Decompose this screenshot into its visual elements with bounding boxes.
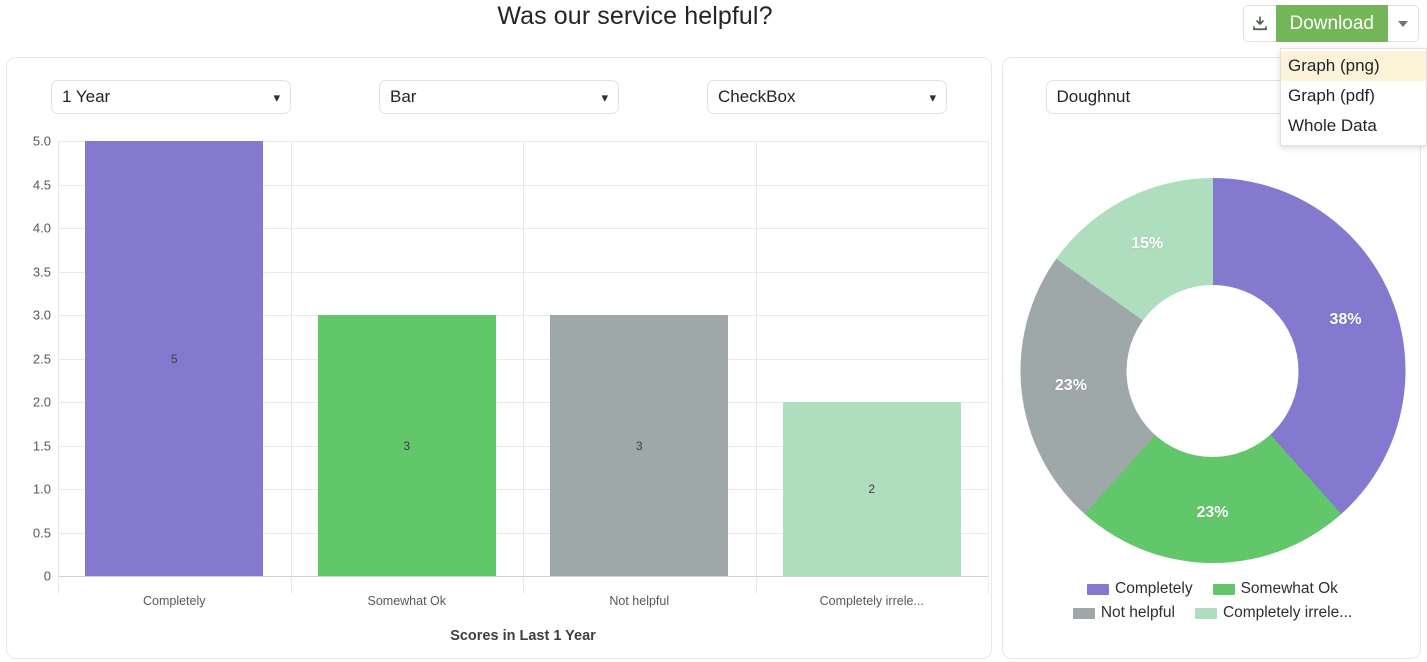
bar[interactable]: 3	[317, 315, 496, 576]
download-icon	[1252, 15, 1267, 30]
bar-chart-y-tick: 3.5	[32, 264, 51, 279]
left-controls-row: 1 Year ▾ Bar ▾ CheckBox ▾	[7, 80, 991, 114]
bar-chart-x-tick: Somewhat Ok	[367, 594, 447, 608]
page-title: Was our service helpful?	[497, 2, 773, 30]
chart-type-select[interactable]: Bar ▾	[379, 80, 619, 114]
bar-chart-y-tick: 1.0	[32, 481, 51, 497]
bar-chart-axis-title: Scores in Last 1 Year	[450, 628, 596, 644]
control-cell-period: 1 Year ▾	[7, 80, 335, 114]
bar-chart-plot: 5 3 3 2	[58, 141, 988, 576]
bar-chart-y-tick: 5.0	[32, 133, 51, 149]
legend-item-label: Not helpful	[1100, 604, 1175, 621]
bar[interactable]: 2	[782, 402, 961, 576]
bar-chart: 0 0.5 1.0 1.5 2.0 2.5 3.0 3.5 4.0 4.5 5.0 5 3 3 2 Com…	[7, 133, 993, 660]
legend-swatch	[1072, 607, 1095, 619]
legend-item-label: Somewhat Ok	[1240, 580, 1338, 597]
doughnut-legend: Completely Somewhat Ok Not helpful Complete…	[1003, 580, 1422, 622]
control-cell-question-type: CheckBox ▾	[663, 80, 991, 114]
bar-chart-y-tick: 0.5	[32, 525, 51, 540]
legend-item[interactable]: Completely irrele...	[1194, 604, 1353, 622]
bar-chart-y-tick: 0	[43, 568, 51, 584]
chart-type-select-value: Bar	[390, 87, 417, 106]
bar-value-label: 3	[403, 438, 411, 453]
chevron-down-icon: ▾	[273, 89, 280, 105]
menu-item-graph-pdf[interactable]: Graph (pdf)	[1281, 81, 1426, 111]
menu-item-whole-data[interactable]: Whole Data	[1281, 111, 1426, 141]
legend-swatch	[1087, 583, 1110, 595]
chevron-down-icon: ▾	[929, 89, 936, 105]
legend-row: Not helpful Completely irrele...	[1003, 604, 1422, 622]
doughnut-chart-panel: Doughnut ▾ 38%23%23%15% CompletelySomewh…	[1002, 57, 1421, 659]
bar-chart-y-tick: 4.5	[32, 177, 51, 192]
download-dropdown-menu[interactable]: Graph (png) Graph (pdf) Whole Data	[1280, 48, 1427, 146]
legend-item[interactable]: Completely	[1087, 580, 1193, 598]
bar[interactable]: 3	[550, 315, 729, 576]
bar-value-label: 2	[868, 482, 876, 496]
bar-chart-x-tick: Not helpful	[609, 594, 670, 608]
doughnut-hole	[1126, 284, 1299, 457]
bar-value-label: 3	[635, 438, 643, 453]
bar-chart-y-tick: 2.5	[32, 351, 51, 366]
control-cell-chart-type: Bar ▾	[335, 80, 663, 114]
doughnut-slice-label: 38%	[1329, 310, 1362, 328]
legend-item-label: Completely	[1115, 580, 1193, 597]
question-type-select[interactable]: CheckBox ▾	[707, 80, 947, 114]
bar-chart-panel: 1 Year ▾ Bar ▾ CheckBox ▾ 0 0.5 1.0 1.5 2.0 2…	[6, 57, 992, 659]
legend-row: Completely Somewhat Ok	[1003, 580, 1422, 598]
bar[interactable]: 5	[85, 141, 264, 576]
legend-swatch	[1194, 607, 1217, 619]
legend-item[interactable]: Somewhat Ok	[1212, 580, 1338, 598]
doughnut-slice-label: 23%	[1196, 503, 1229, 521]
period-select[interactable]: 1 Year ▾	[51, 80, 291, 114]
bar-chart-x-tick: Completely	[142, 594, 206, 608]
bar-chart-y-tick: 3.0	[32, 307, 51, 323]
doughnut-slice-label: 23%	[1054, 377, 1087, 395]
doughnut-chart: 38% 23% 23% 15%	[1003, 178, 1422, 578]
download-button[interactable]: Download	[1275, 5, 1388, 42]
bar-chart-y-tick: 4.0	[32, 220, 51, 236]
question-type-select-value: CheckBox	[718, 87, 796, 106]
bar-chart-gridline-vertical	[988, 141, 989, 594]
doughnut-slice-label: 15%	[1131, 234, 1164, 252]
chevron-down-icon: ▾	[601, 89, 608, 105]
bar-value-label: 5	[170, 351, 178, 366]
bar-chart-y-tick: 1.5	[32, 438, 51, 453]
legend-item[interactable]: Not helpful	[1072, 604, 1175, 622]
chevron-down-icon	[1398, 20, 1408, 27]
download-icon-button[interactable]	[1242, 5, 1276, 42]
app-root: Was our service helpful? Download Graph …	[0, 0, 1427, 662]
download-dropdown-toggle[interactable]	[1388, 5, 1419, 42]
legend-swatch	[1212, 583, 1235, 595]
download-button-group[interactable]: Download	[1242, 5, 1419, 42]
bar-chart-y-tick: 2.0	[32, 394, 51, 410]
legend-item-label: Completely irrele...	[1222, 604, 1353, 621]
period-select-value: 1 Year	[62, 87, 111, 106]
menu-item-graph-png[interactable]: Graph (png)	[1281, 51, 1426, 81]
bar-chart-x-tick: Completely irrele...	[819, 594, 924, 608]
